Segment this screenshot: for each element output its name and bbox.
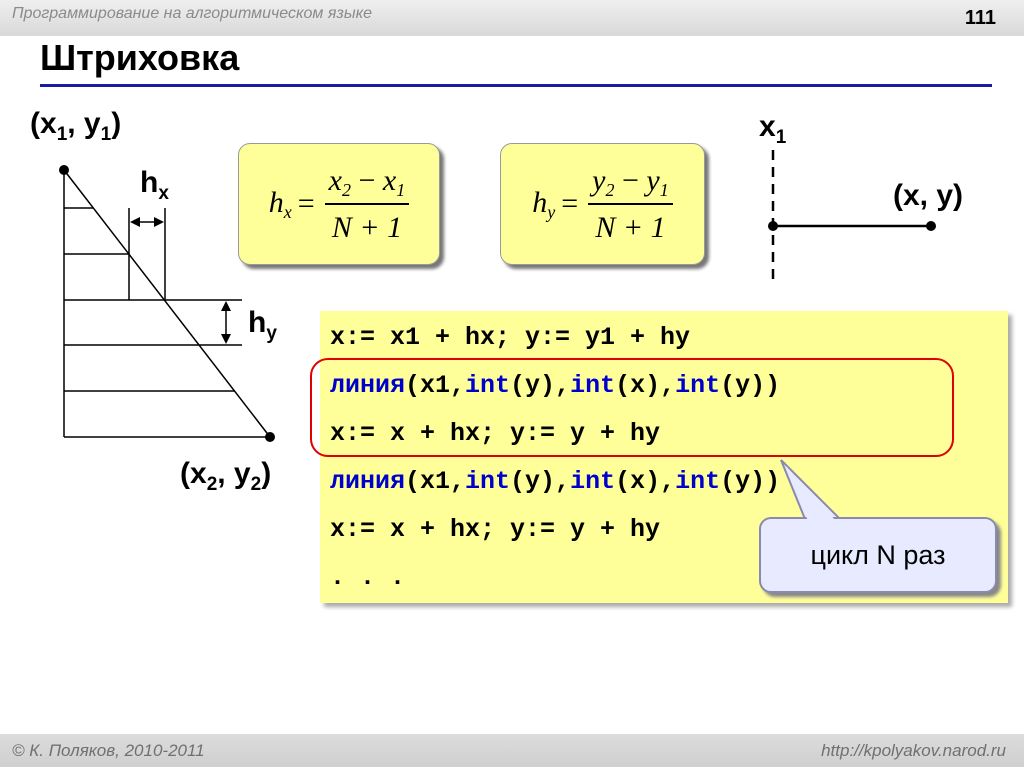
callout-pointer-fill <box>786 466 836 521</box>
footer-url[interactable]: http://kpolyakov.narod.ru <box>821 741 1006 761</box>
callout-pointer-cover <box>786 466 836 521</box>
footer-bar: © К. Поляков, 2010-2011 http://kpolyakov… <box>0 734 1024 767</box>
footer-author: © К. Поляков, 2010-2011 <box>12 741 205 760</box>
